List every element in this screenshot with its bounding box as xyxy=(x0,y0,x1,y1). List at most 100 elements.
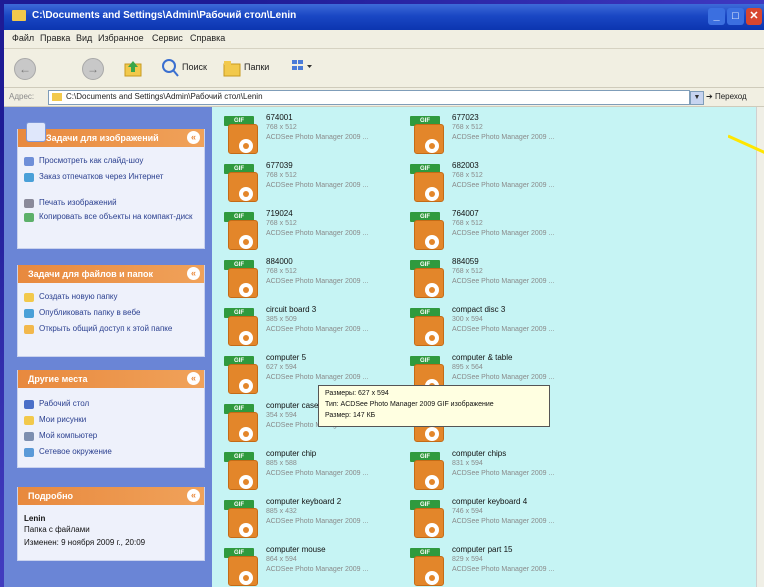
collapse-icon[interactable]: « xyxy=(187,372,200,385)
address-field[interactable]: C:\Documents and Settings\Admin\Рабочий … xyxy=(48,90,690,105)
gif-file-icon: GIF xyxy=(410,500,444,538)
file-name: computer & table xyxy=(452,353,513,362)
back-button[interactable]: ← xyxy=(14,58,36,80)
acdsee-eye-icon xyxy=(425,331,439,345)
file-item[interactable]: GIF 674001 768 x 512 ACDSee Photo Manager 2… xyxy=(224,113,414,159)
details-type: Папка с файлами xyxy=(24,525,90,534)
up-folder-button[interactable] xyxy=(122,57,146,79)
forward-button[interactable]: → xyxy=(82,58,104,80)
document-icon xyxy=(228,172,258,202)
file-item[interactable]: GIF computer chip 885 x 588 ACDSee Photo Ma… xyxy=(224,449,414,495)
file-app: ACDSee Photo Manager 2009 ... xyxy=(452,230,555,237)
gif-file-icon: GIF xyxy=(410,116,444,154)
file-tasks-title: Задачи для файлов и папок xyxy=(28,269,154,279)
file-app: ACDSee Photo Manager 2009 ... xyxy=(266,230,369,237)
search-button[interactable]: Поиск xyxy=(160,57,218,79)
folder-icon xyxy=(52,93,62,101)
file-app: ACDSee Photo Manager 2009 ... xyxy=(266,566,369,573)
document-icon xyxy=(228,412,258,442)
document-icon xyxy=(414,556,444,586)
file-item[interactable]: GIF 884059 768 x 512 ACDSee Photo Manager 2… xyxy=(410,257,600,303)
menu-edit[interactable]: Правка xyxy=(40,33,70,43)
file-dimensions: 885 x 432 xyxy=(266,508,297,515)
gif-file-icon: GIF xyxy=(224,356,258,394)
file-name: computer keyboard 4 xyxy=(452,497,528,506)
file-item[interactable]: GIF computer mouse 864 x 594 ACDSee Photo M… xyxy=(224,545,414,587)
document-icon xyxy=(414,508,444,538)
file-name: 674001 xyxy=(266,113,293,122)
folders-icon xyxy=(223,61,241,77)
file-item[interactable]: GIF computer keyboard 2 885 x 432 ACDSee Ph… xyxy=(224,497,414,543)
views-button[interactable] xyxy=(290,57,318,79)
collapse-icon[interactable]: « xyxy=(187,131,200,144)
maximize-button[interactable]: □ xyxy=(727,8,744,25)
acdsee-eye-icon xyxy=(239,523,253,537)
file-app: ACDSee Photo Manager 2009 ... xyxy=(266,518,369,525)
publish-web-icon xyxy=(24,309,34,318)
document-icon xyxy=(414,124,444,154)
file-item[interactable]: GIF compact disc 3 300 x 594 ACDSee Photo M… xyxy=(410,305,600,351)
folders-label: Папки xyxy=(244,62,270,72)
acdsee-eye-icon xyxy=(425,283,439,297)
file-app: ACDSee Photo Manager 2009 ... xyxy=(266,326,369,333)
acdsee-eye-icon xyxy=(239,379,253,393)
address-path: C:\Documents and Settings\Admin\Рабочий … xyxy=(66,92,263,101)
file-item[interactable]: GIF 764007 768 x 512 ACDSee Photo Manager 2… xyxy=(410,209,600,255)
file-item[interactable]: GIF computer chips 831 x 594 ACDSee Photo M… xyxy=(410,449,600,495)
file-name: computer chip xyxy=(266,449,317,458)
folders-button[interactable]: Папки xyxy=(222,57,278,79)
file-dimensions: 768 x 512 xyxy=(266,172,297,179)
collapse-icon[interactable]: « xyxy=(187,489,200,502)
file-name: computer mouse xyxy=(266,545,326,554)
title-bar[interactable]: C:\Documents and Settings\Admin\Рабочий … xyxy=(4,4,764,30)
file-item[interactable]: GIF computer part 15 829 x 594 ACDSee Photo… xyxy=(410,545,600,587)
file-item[interactable]: GIF 677023 768 x 512 ACDSee Photo Manager 2… xyxy=(410,113,600,159)
folder-icon xyxy=(12,10,26,21)
details-title: Подробно xyxy=(28,491,74,501)
menu-tools[interactable]: Сервис xyxy=(152,33,183,43)
file-name: computer 5 xyxy=(266,353,307,362)
file-tasks-header[interactable]: Задачи для файлов и папок « xyxy=(18,265,204,283)
file-name: computer case xyxy=(266,401,319,410)
gif-file-icon: GIF xyxy=(410,452,444,490)
file-app: ACDSee Photo Manager 2009 ... xyxy=(452,566,555,573)
file-item[interactable]: GIF 884000 768 x 512 ACDSee Photo Manager 2… xyxy=(224,257,414,303)
vertical-scrollbar[interactable] xyxy=(756,107,764,587)
address-dropdown[interactable]: ▼ xyxy=(690,91,704,105)
file-item[interactable]: GIF circuit board 3 385 x 509 ACDSee Photo … xyxy=(224,305,414,351)
menu-favorites[interactable]: Избранное xyxy=(98,33,144,43)
gif-file-icon: GIF xyxy=(410,308,444,346)
gif-file-icon: GIF xyxy=(410,212,444,250)
details-header[interactable]: Подробно « xyxy=(18,487,204,505)
acdsee-eye-icon xyxy=(425,523,439,537)
close-button[interactable]: ✕ xyxy=(746,8,762,25)
picture-tasks-icon xyxy=(26,122,46,142)
gif-file-icon: GIF xyxy=(224,260,258,298)
file-item[interactable]: GIF 719024 768 x 512 ACDSee Photo Manager 2… xyxy=(224,209,414,255)
gif-file-icon: GIF xyxy=(410,164,444,202)
collapse-icon[interactable]: « xyxy=(187,267,200,280)
file-dimensions: 768 x 512 xyxy=(266,220,297,227)
details-panel: Подробно « Lenin Папка с файлами Изменен… xyxy=(17,487,205,561)
menu-file[interactable]: Файл xyxy=(12,33,34,43)
go-button[interactable]: ➔ Переход xyxy=(706,92,747,101)
acdsee-eye-icon xyxy=(239,571,253,585)
menu-view[interactable]: Вид xyxy=(76,33,92,43)
other-places-header[interactable]: Другие места « xyxy=(18,370,204,388)
acdsee-eye-icon xyxy=(239,475,253,489)
menu-help[interactable]: Справка xyxy=(190,33,225,43)
document-icon xyxy=(228,316,258,346)
file-list: GIF 674001 768 x 512 ACDSee Photo Manager 2… xyxy=(212,107,756,587)
file-item[interactable]: GIF 682003 768 x 512 ACDSee Photo Manager 2… xyxy=(410,161,600,207)
share-folder-icon xyxy=(24,325,34,334)
file-item[interactable]: GIF 677039 768 x 512 ACDSee Photo Manager 2… xyxy=(224,161,414,207)
file-tooltip: Размеры: 627 x 594 Тип: ACDSee Photo Man… xyxy=(318,385,550,427)
other-places-title: Другие места xyxy=(28,374,88,384)
new-folder-icon xyxy=(24,293,34,302)
file-dimensions: 895 x 564 xyxy=(452,364,483,371)
views-icon xyxy=(292,60,312,70)
gif-file-icon: GIF xyxy=(224,308,258,346)
minimize-button[interactable]: _ xyxy=(708,8,725,25)
acdsee-eye-icon xyxy=(425,427,439,441)
file-item[interactable]: GIF computer keyboard 4 746 x 594 ACDSee Ph… xyxy=(410,497,600,543)
